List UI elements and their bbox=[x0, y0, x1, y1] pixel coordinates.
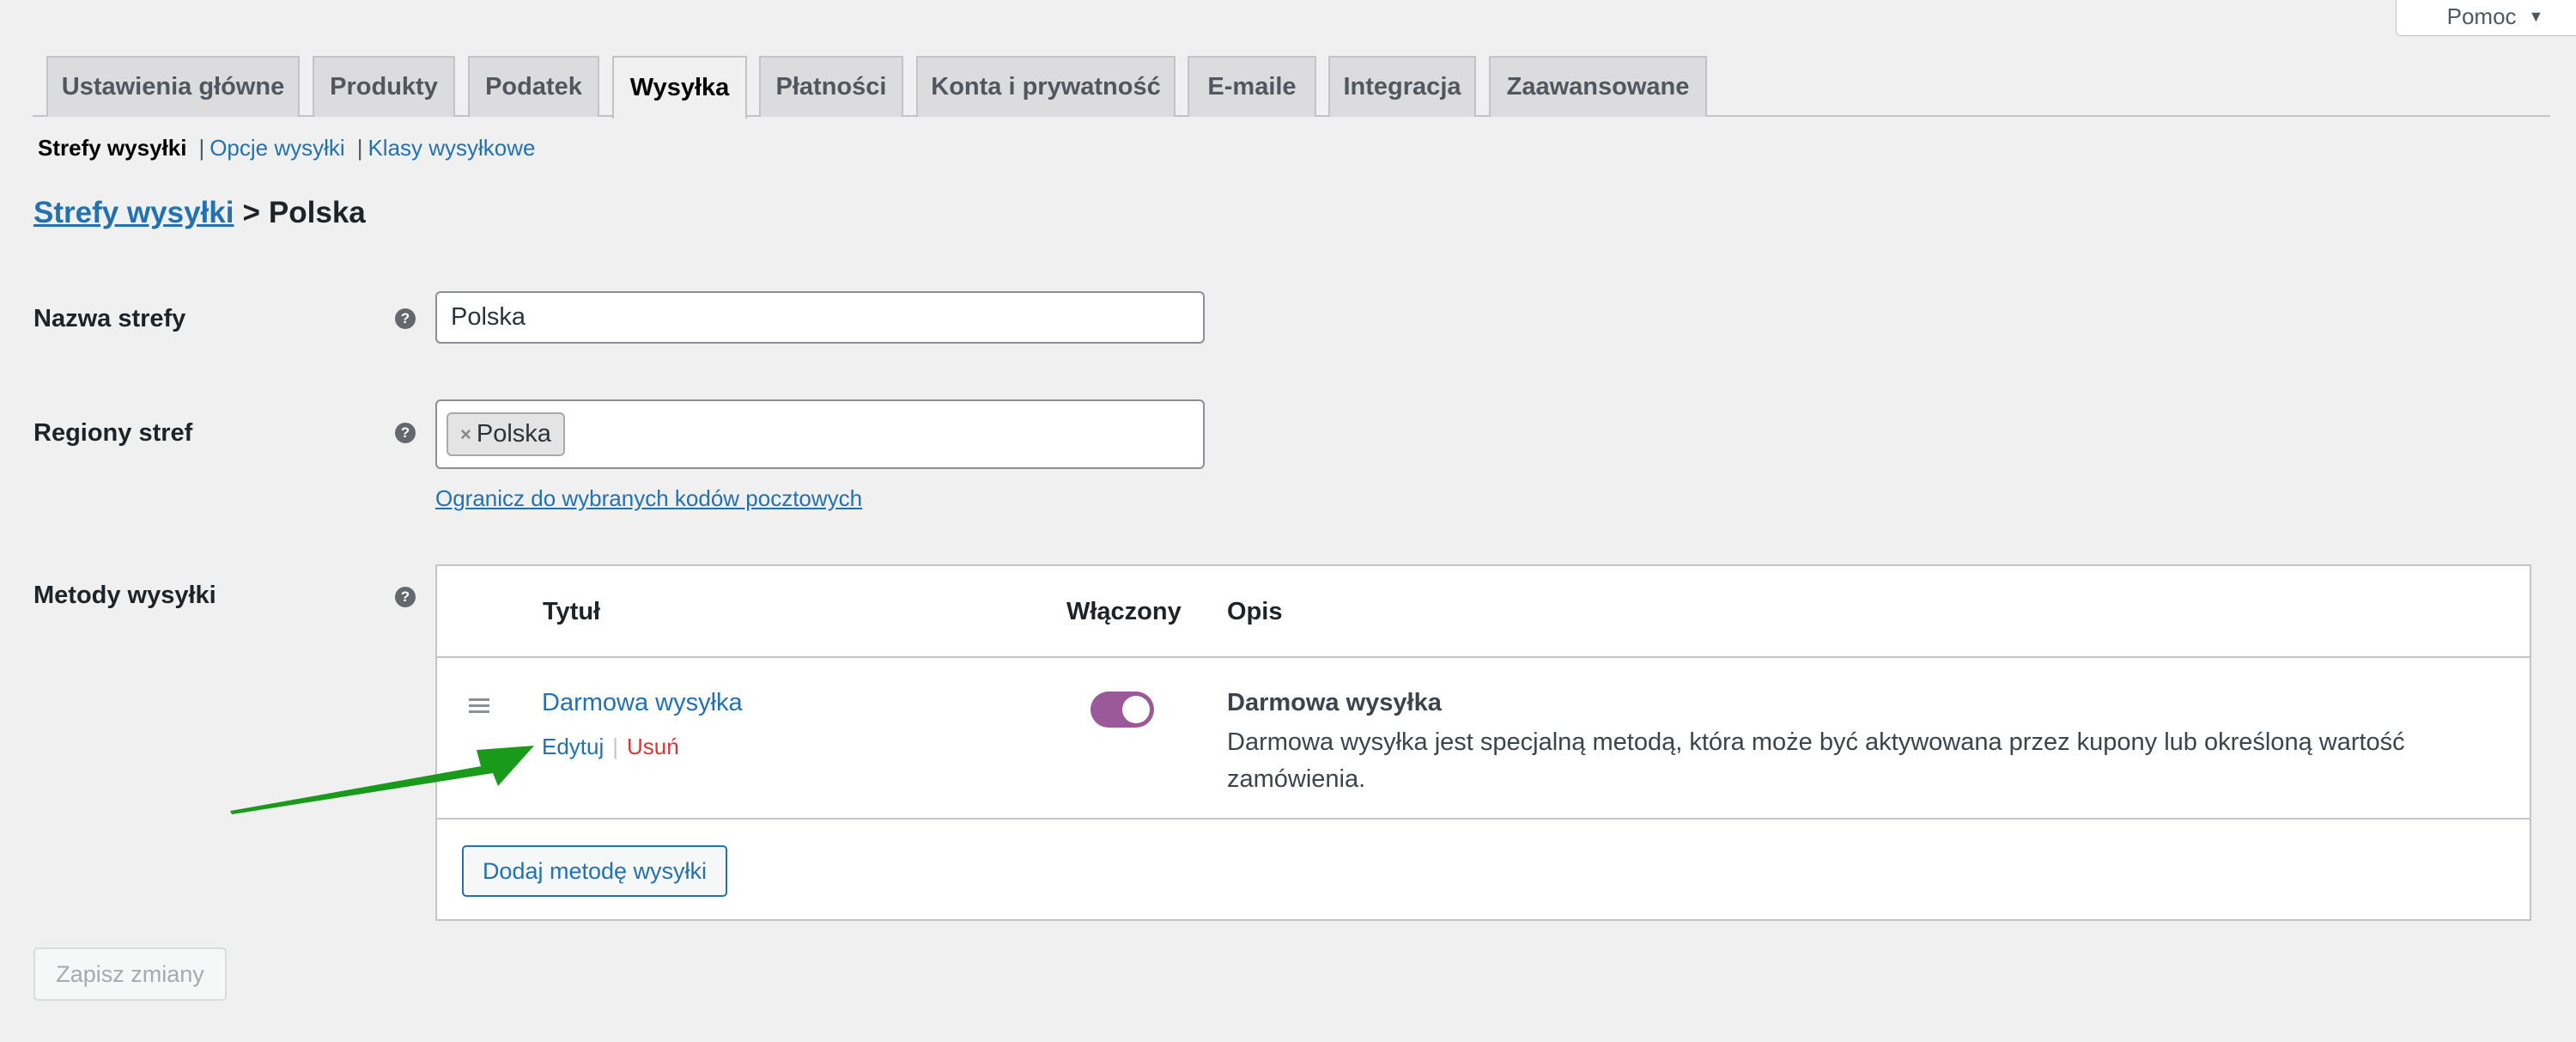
tab-products[interactable]: Produkty bbox=[313, 56, 455, 117]
column-header-title: Tytuł bbox=[543, 598, 601, 625]
method-title-link[interactable]: Darmowa wysyłka bbox=[542, 689, 743, 717]
method-row-actions: Edytuj | Usuń bbox=[542, 734, 679, 759]
help-tip-icon[interactable]: ? bbox=[395, 587, 416, 607]
subnav-separator: | bbox=[198, 135, 205, 161]
table-divider bbox=[437, 818, 2530, 820]
tab-general[interactable]: Ustawienia główne bbox=[46, 56, 300, 117]
edit-method-link[interactable]: Edytuj bbox=[542, 734, 604, 759]
tab-label: E-maile bbox=[1207, 73, 1297, 101]
tab-label: Produkty bbox=[330, 73, 438, 101]
breadcrumb-current-zone: Polska bbox=[268, 196, 366, 229]
drag-handle-icon[interactable] bbox=[469, 698, 489, 716]
add-shipping-method-button[interactable]: Dodaj metodę wysyłki bbox=[462, 845, 727, 897]
zone-regions-label: Regiony stref bbox=[33, 419, 193, 447]
caret-down-icon: ▼ bbox=[2528, 8, 2544, 25]
region-chip-label: Polska bbox=[476, 420, 551, 448]
remove-chip-icon[interactable]: × bbox=[460, 424, 471, 446]
tab-label: Integracja bbox=[1343, 73, 1461, 101]
breadcrumb-link-zones[interactable]: Strefy wysyłki bbox=[33, 196, 234, 229]
tab-accounts-privacy[interactable]: Konta i prywatność bbox=[916, 56, 1176, 117]
breadcrumb-separator: > bbox=[242, 196, 260, 229]
region-chip: × Polska bbox=[447, 412, 565, 456]
tab-shipping[interactable]: Wysyłka bbox=[612, 56, 747, 119]
tab-label: Podatek bbox=[485, 73, 582, 101]
zone-regions-select[interactable]: × Polska bbox=[435, 399, 1205, 469]
tab-label: Zaawansowane bbox=[1506, 73, 1690, 101]
tab-advanced[interactable]: Zaawansowane bbox=[1489, 56, 1707, 117]
tab-label: Konta i prywatność bbox=[931, 73, 1161, 101]
method-description-text: Darmowa wysyłka jest specjalną metodą, k… bbox=[1227, 728, 2405, 793]
subnav-current: Strefy wysyłki bbox=[38, 135, 187, 161]
limit-postcodes-link[interactable]: Ogranicz do wybranych kodów pocztowych bbox=[435, 485, 862, 512]
method-description-title: Darmowa wysyłka bbox=[1227, 689, 1442, 716]
shipping-methods-label: Metody wysyłki bbox=[33, 582, 216, 609]
tab-emails[interactable]: E-maile bbox=[1188, 56, 1316, 117]
help-tip-icon[interactable]: ? bbox=[395, 423, 416, 443]
subsection-nav: Strefy wysyłki | Opcje wysyłki | Klasy w… bbox=[38, 135, 536, 161]
column-header-enabled: Włączony bbox=[1066, 598, 1182, 625]
tab-label: Ustawienia główne bbox=[61, 73, 285, 101]
tab-label: Wysyłka bbox=[629, 74, 730, 101]
method-enabled-toggle[interactable] bbox=[1091, 692, 1154, 728]
column-header-description: Opis bbox=[1227, 598, 1283, 625]
subnav-link-shipping-classes[interactable]: Klasy wysyłkowe bbox=[368, 135, 535, 161]
table-divider bbox=[437, 656, 2530, 658]
subnav-link-shipping-options[interactable]: Opcje wysyłki bbox=[210, 135, 344, 161]
save-changes-button[interactable]: Zapisz zmiany bbox=[33, 948, 227, 1001]
zone-name-input[interactable] bbox=[435, 291, 1205, 344]
tab-payments[interactable]: Płatności bbox=[759, 56, 903, 117]
delete-method-link[interactable]: Usuń bbox=[627, 734, 679, 759]
zone-name-label: Nazwa strefy bbox=[33, 305, 186, 332]
tab-integration[interactable]: Integracja bbox=[1328, 56, 1476, 117]
help-label: Pomoc bbox=[2446, 3, 2517, 29]
help-button[interactable]: Pomoc ▼ bbox=[2396, 0, 2576, 36]
page-title: Strefy wysyłki > Polska bbox=[33, 196, 366, 230]
tab-label: Płatności bbox=[775, 73, 887, 101]
shipping-methods-table: Tytuł Włączony Opis Darmowa wysyłka Edyt… bbox=[435, 564, 2531, 921]
help-tip-icon[interactable]: ? bbox=[395, 308, 416, 329]
tab-tax[interactable]: Podatek bbox=[468, 56, 599, 117]
subnav-separator: | bbox=[356, 135, 363, 161]
